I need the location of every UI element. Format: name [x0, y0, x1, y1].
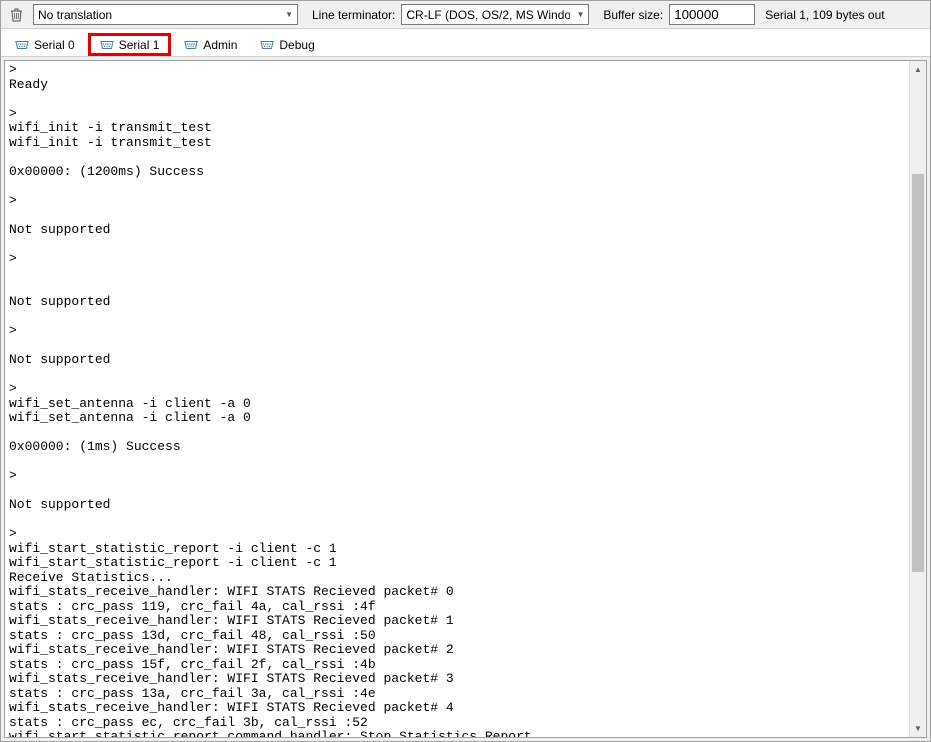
tab-serial-1[interactable]: Serial 1	[88, 33, 172, 56]
console-border: > Ready > wifi_init -i transmit_test wif…	[4, 60, 927, 738]
tab-debug[interactable]: Debug	[250, 33, 324, 56]
translation-dropdown[interactable]: No translation ▼	[33, 4, 298, 25]
line-terminator-label: Line terminator:	[312, 8, 395, 22]
tab-bar: Serial 0 Serial 1 Admin Debug	[1, 29, 930, 57]
line-terminator-dropdown[interactable]: CR-LF (DOS, OS/2, MS Windows) ▼	[401, 4, 589, 25]
toolbar: No translation ▼ Line terminator: CR-LF …	[1, 1, 930, 29]
serial-port-icon	[184, 38, 198, 52]
buffer-size-label: Buffer size:	[603, 8, 663, 22]
console-panel: > Ready > wifi_init -i transmit_test wif…	[1, 57, 930, 741]
scroll-down-button[interactable]: ▼	[910, 720, 926, 737]
trash-icon	[10, 8, 23, 22]
serial-port-icon	[15, 38, 29, 52]
chevron-down-icon: ▼	[285, 10, 293, 19]
scroll-down-arrow-icon: ▼	[914, 724, 922, 733]
tab-label: Serial 0	[34, 38, 75, 52]
tab-serial-0[interactable]: Serial 0	[5, 33, 85, 56]
chevron-down-icon: ▼	[576, 10, 584, 19]
translation-value: No translation	[38, 8, 279, 22]
serial-port-icon	[260, 38, 274, 52]
console-output[interactable]: > Ready > wifi_init -i transmit_test wif…	[5, 61, 909, 737]
scroll-thumb[interactable]	[912, 174, 924, 572]
tab-label: Debug	[279, 38, 314, 52]
clear-button[interactable]	[5, 5, 27, 25]
vertical-scrollbar[interactable]: ▲ ▼	[909, 61, 926, 737]
serial-status-text: Serial 1, 109 bytes out	[765, 8, 884, 22]
tab-label: Serial 1	[119, 38, 160, 52]
scroll-track[interactable]	[910, 78, 926, 720]
scroll-up-button[interactable]: ▲	[910, 61, 926, 78]
line-terminator-value: CR-LF (DOS, OS/2, MS Windows)	[406, 8, 570, 22]
buffer-size-input[interactable]	[669, 4, 755, 25]
tab-label: Admin	[203, 38, 237, 52]
scroll-up-arrow-icon: ▲	[914, 65, 922, 74]
tab-admin[interactable]: Admin	[174, 33, 247, 56]
serial-port-icon	[100, 38, 114, 52]
